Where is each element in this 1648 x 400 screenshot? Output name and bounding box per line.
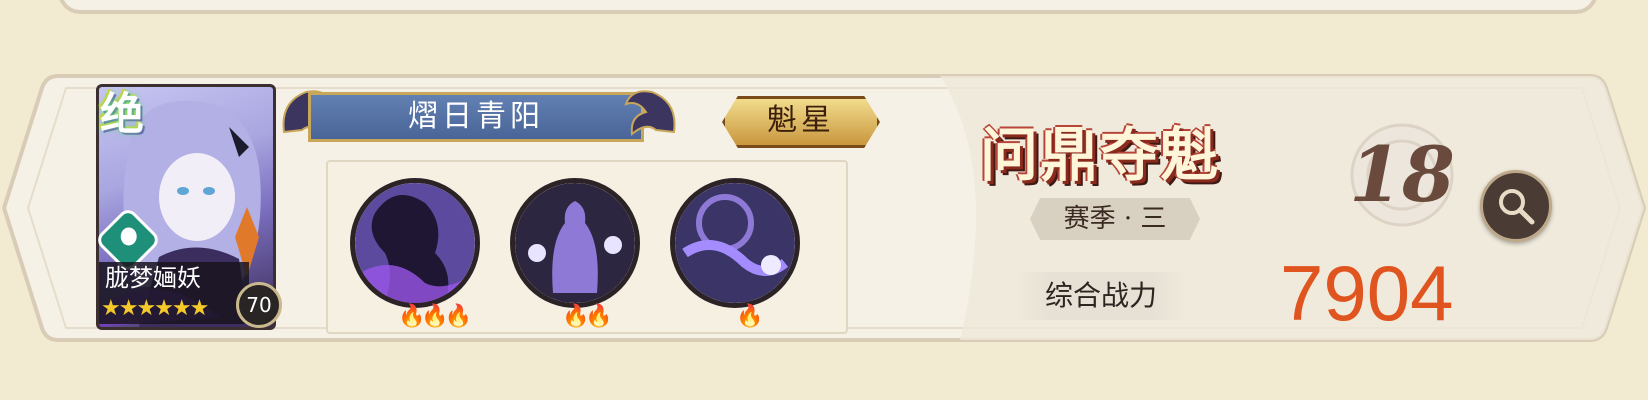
character-name: 胧梦婳妖 [99,262,249,294]
skill-1-level-flames: 🔥🔥🔥 [398,304,472,329]
skill-slot-2[interactable] [510,178,640,308]
inspect-button[interactable] [1480,170,1552,242]
rank-number: 18 [1349,130,1455,219]
rank-title-badge: 魁星 [722,96,880,148]
season-label: 赛季 · 三 [1030,198,1200,240]
power-value: 7904 [1280,249,1454,337]
dragon-ornament-right-icon [624,90,676,136]
power-label: 综合战力 [1016,272,1186,320]
character-level: 70 [236,282,282,328]
spirit-wave-skill-icon [675,183,795,303]
magnifier-icon [1499,189,1535,225]
previous-entry-card [58,0,1598,14]
rank-glyph: 绝 [100,89,144,140]
team-name-banner: 熠日青阳 [308,92,644,142]
star-rating: ★★★★★★ [99,294,249,324]
spirit-woman-skill-icon [515,183,635,303]
event-title: 问鼎夺魁 [980,121,1221,189]
skill-2-level-flames: 🔥🔥 [562,304,613,329]
skill-3-level-flames: 🔥 [736,304,763,329]
skill-slot-3[interactable] [670,178,800,308]
skill-slot-1[interactable] [350,178,480,308]
shadow-figure-skill-icon [355,183,475,303]
